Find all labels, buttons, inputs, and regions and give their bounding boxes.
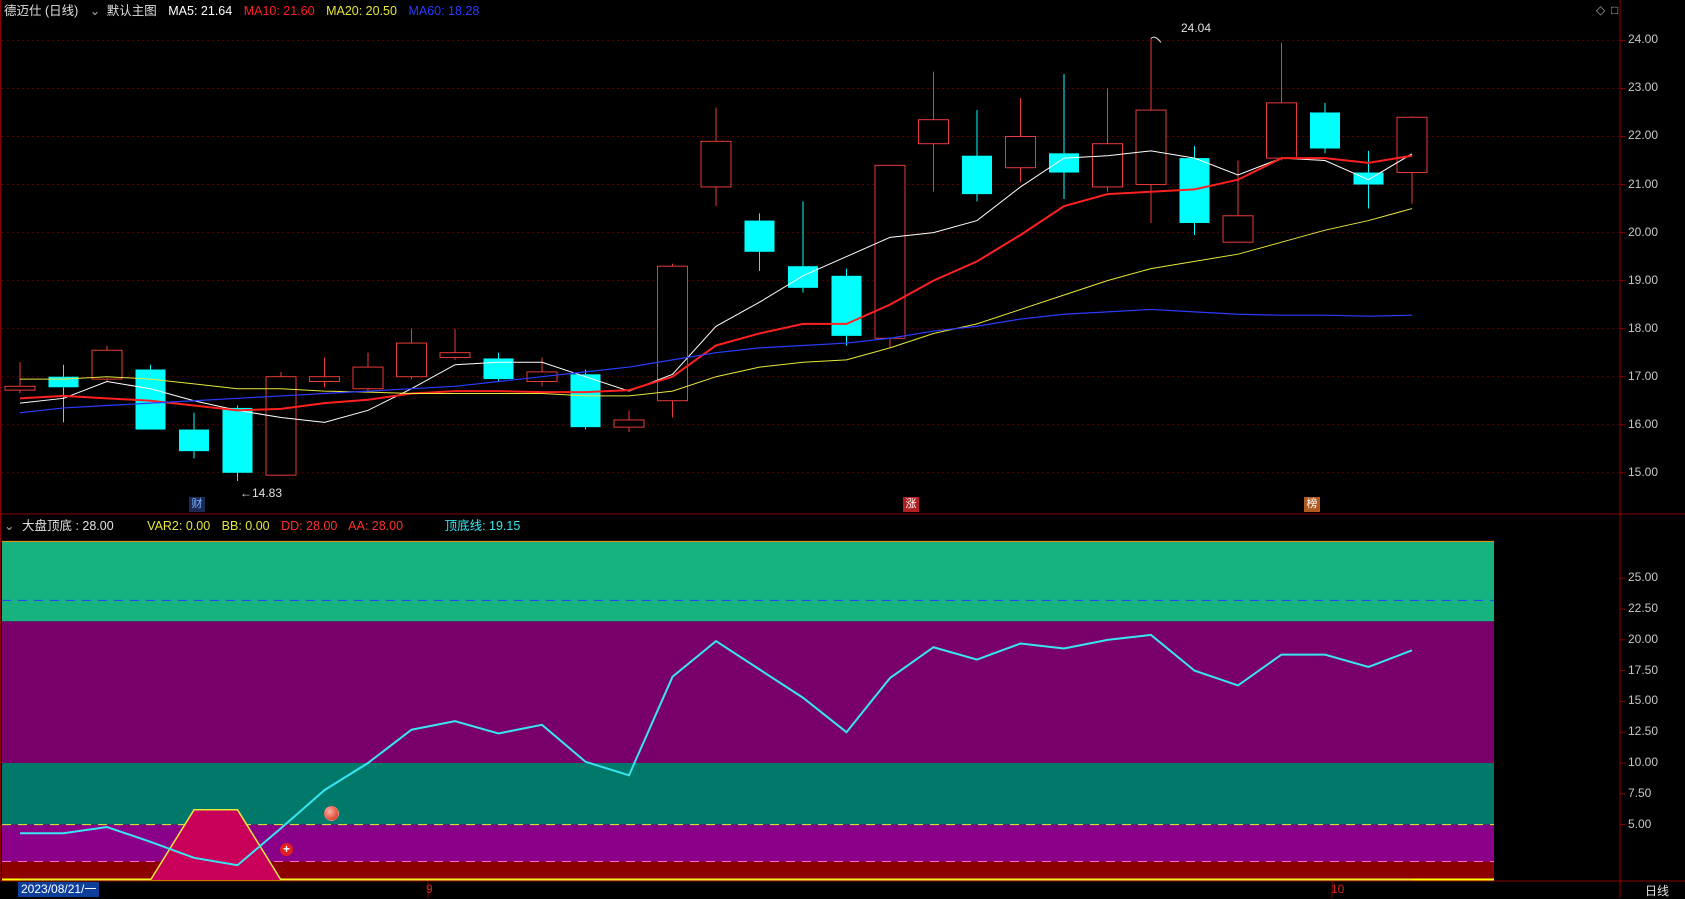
sub-y-tick: 17.50 [1628,662,1659,677]
candle-body [1092,143,1123,188]
main-y-tick: 20.00 [1628,224,1659,239]
ma-line-ma60 [19,308,1413,414]
high-price-label: 24.04 [1181,21,1212,35]
sub-dropdown-icon[interactable]: ⌄ [4,519,14,533]
main-y-tick: 16.00 [1628,416,1659,431]
sub-y-tick: 22.50 [1628,601,1659,616]
candle-body [744,220,775,252]
candle-body [439,352,471,358]
sub-indicator-panel [2,540,1494,882]
candle-body [918,119,949,145]
candle-body [831,275,862,336]
var2-label: VAR2: 0.00 [147,519,211,533]
candle-body [962,155,992,195]
candle-body [222,407,253,473]
sub-y-tick: 15.00 [1628,693,1659,708]
main-legend: 德迈仕 (日线) ⌄ 默认主图 MA5: 21.64 MA10: 21.60 M… [4,2,487,20]
main-y-tick: 15.00 [1628,464,1659,479]
bb-label: BB: 0.00 [221,519,270,533]
main-y-tick: 23.00 [1628,80,1659,95]
candle-body [1396,116,1428,174]
event-marker-limit-up[interactable]: 涨 [903,497,919,512]
sub-y-tick: 25.00 [1628,570,1659,585]
sub-y-tick: 20.00 [1628,631,1659,646]
candle-body [4,385,36,391]
diamond-icon[interactable]: ◇ [1596,3,1605,17]
cycle-label[interactable]: 日线 [1645,882,1669,899]
sub-y-tick: 7.50 [1628,785,1652,800]
candle-body [1005,135,1036,169]
ma20-label: MA20: 20.50 [326,4,397,18]
main-price-panel [2,36,1620,481]
ma-line-ma20 [20,208,1413,397]
sub-y-tick: 12.50 [1628,724,1659,739]
ma10-label: MA10: 21.60 [243,4,315,18]
bottom-top-line-label: 顶底线: 19.15 [444,519,521,533]
sub-y-tick: 5.00 [1628,816,1652,831]
candle-body [91,349,123,380]
stock-title: 德迈仕 (日线) [4,4,79,18]
candle-body [1310,112,1340,149]
candle-body [179,429,209,452]
candle-body [874,164,906,339]
main-template-label[interactable]: 默认主图 [107,4,157,18]
dd-label: DD: 28.00 [281,519,338,533]
candle-body [483,358,514,380]
low-price-label: ←14.83 [240,486,283,500]
candle-body [788,266,818,288]
candle-body [570,374,601,428]
sub-legend: ⌄ 大盘顶底 : 28.00 VAR2: 0.00 BB: 0.00 DD: 2… [4,517,528,535]
main-y-tick: 24.00 [1628,32,1659,47]
signal-ball-icon [324,806,339,821]
chart-stage [0,0,1685,898]
candle-body [265,376,297,476]
candle-body [1049,153,1079,173]
main-y-tick: 18.00 [1628,320,1659,335]
candle-body [1353,172,1384,185]
candle-body [396,342,427,378]
candle-body [700,140,732,188]
main-y-tick: 22.00 [1628,128,1659,143]
plus-signal-icon: + [280,843,293,856]
main-y-tick: 19.00 [1628,272,1659,287]
main-y-tick: 21.00 [1628,176,1659,191]
high-price-pointer [1150,36,1162,43]
ma60-label: MA60: 18.28 [408,4,480,18]
month-label-9: 9 [426,882,433,896]
square-icon[interactable]: □ [1611,3,1618,17]
sub-y-tick: 10.00 [1628,755,1659,769]
main-y-tick: 17.00 [1628,368,1659,383]
aa-label: AA: 28.00 [348,519,404,533]
candle-body [1266,102,1297,159]
event-marker-finance[interactable]: 财 [189,497,205,512]
candle-body [613,419,645,428]
event-marker-dragon-tiger[interactable]: 榜 [1304,497,1320,512]
candle-body [1135,109,1167,186]
month-label-10: 10 [1331,882,1345,896]
template-dropdown-icon[interactable]: ⌄ [90,4,100,18]
indicator-name-label: 大盘顶底 : 28.00 [21,519,114,533]
indicator-band [2,541,1494,622]
candle-body [1222,215,1254,243]
indicator-band [2,621,1494,763]
candle-body [309,376,340,383]
date-label-start: 2023/08/21/一 [18,882,100,897]
candle-body [352,366,384,390]
ma5-label: MA5: 21.64 [168,4,233,18]
